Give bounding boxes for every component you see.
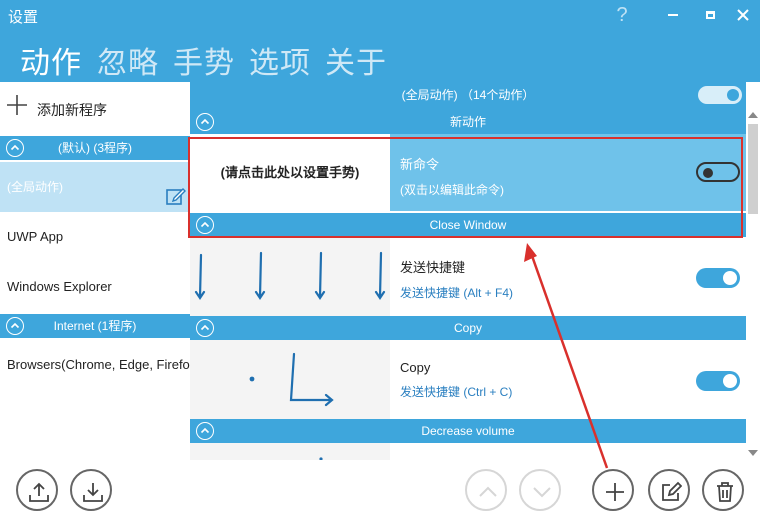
gesture-preview [190, 237, 390, 317]
action-list-header: (全局动作) （14个动作） [190, 82, 746, 110]
export-button[interactable] [16, 469, 58, 511]
tab-options[interactable]: 选项 [249, 38, 311, 82]
add-app-button[interactable]: 添加新程序 [0, 82, 190, 134]
chevron-up-icon[interactable] [6, 139, 24, 157]
tab-about[interactable]: 关于 [325, 38, 387, 82]
tab-actions[interactable]: 动作 [20, 38, 82, 82]
edit-icon [662, 481, 682, 501]
app-item-browsers[interactable]: Browsers(Chrome, Edge, Firefox) [0, 340, 190, 390]
action-name: 发送快捷键 [400, 260, 466, 275]
app-item-explorer[interactable]: Windows Explorer [0, 262, 190, 312]
download-icon [83, 483, 103, 502]
action-shortcut: 发送快捷键 (Alt + F4) [400, 286, 514, 300]
plus-icon [606, 483, 624, 501]
delete-action-button[interactable] [702, 469, 744, 511]
section-label: Copy [453, 321, 482, 335]
window-title: 设置 [8, 9, 39, 26]
annotation-highlight-box [188, 137, 743, 238]
section-label: Decrease volume [421, 424, 515, 438]
import-button[interactable] [70, 469, 112, 511]
maximize-button[interactable] [696, 0, 724, 30]
app-list-pane: 添加新程序 (默认) (3程序) (全局动作) UWP App Windows … [0, 82, 190, 462]
trash-icon [717, 482, 733, 502]
close-button[interactable] [729, 0, 757, 30]
chevron-up-icon[interactable] [6, 317, 24, 335]
action-name: Copy [400, 360, 431, 375]
title-bar: 设置 ? [0, 0, 760, 30]
section-new-action[interactable]: 新动作 [190, 110, 746, 134]
scroll-down-icon[interactable] [748, 450, 758, 456]
upload-icon [29, 482, 49, 502]
app-item-label: Windows Explorer [7, 279, 112, 294]
action-toggle[interactable] [696, 268, 740, 288]
close-icon [737, 9, 749, 21]
move-up-button[interactable] [465, 469, 507, 511]
app-item-uwp[interactable]: UWP App [0, 212, 190, 262]
section-decrease-volume[interactable]: Decrease volume [190, 419, 746, 443]
section-copy[interactable]: Copy [190, 316, 746, 340]
group-default[interactable]: (默认) (3程序) [0, 136, 190, 160]
global-enable-toggle[interactable] [698, 86, 742, 104]
app-item-label: (全局动作) [7, 180, 63, 194]
action-row-close-window[interactable]: 发送快捷键 发送快捷键 (Alt + F4) [190, 237, 746, 317]
section-label: 新动作 [449, 115, 486, 129]
action-shortcut: 发送快捷键 (Ctrl + C) [400, 385, 513, 399]
group-internet[interactable]: Internet (1程序) [0, 314, 190, 338]
tab-ignore[interactable]: 忽略 [97, 38, 159, 82]
chevron-down-icon [533, 487, 551, 498]
chevron-up-icon[interactable] [196, 319, 214, 337]
app-item-label: UWP App [7, 229, 64, 244]
add-action-button[interactable] [592, 469, 634, 511]
app-item-global[interactable]: (全局动作) [0, 162, 190, 212]
scroll-up-icon[interactable] [748, 112, 758, 118]
chevron-up-icon[interactable] [196, 422, 214, 440]
gesture-preview [190, 443, 390, 460]
plus-icon [6, 92, 28, 122]
add-app-label: 添加新程序 [37, 102, 107, 118]
action-row-decrease-volume[interactable] [190, 443, 746, 460]
chevron-up-icon [479, 486, 497, 497]
action-row-copy[interactable]: Copy 发送快捷键 (Ctrl + C) [190, 340, 746, 420]
minimize-icon [668, 14, 678, 17]
move-down-button[interactable] [519, 469, 561, 511]
chevron-up-icon[interactable] [196, 113, 214, 131]
maximize-icon [705, 11, 715, 20]
group-internet-label: Internet (1程序) [53, 319, 137, 333]
edit-icon[interactable] [166, 177, 186, 205]
top-nav: 动作 忽略 手势 选项 关于 [0, 30, 760, 82]
action-toggle[interactable] [696, 371, 740, 391]
minimize-button[interactable] [659, 0, 687, 30]
action-list-scrollbar[interactable] [746, 110, 760, 460]
app-item-label: Browsers(Chrome, Edge, Firefox) [7, 357, 190, 372]
gesture-preview [190, 340, 390, 420]
scroll-thumb[interactable] [748, 124, 758, 214]
tab-gestures[interactable]: 手势 [173, 38, 235, 82]
group-default-label: (默认) (3程序) [58, 141, 132, 155]
dot-and-l-stroke-icon [249, 352, 334, 407]
header-label: (全局动作) （14个动作） [401, 88, 535, 102]
four-down-strokes-icon [194, 251, 386, 300]
edit-action-button[interactable] [648, 469, 690, 511]
help-button[interactable]: ? [608, 0, 636, 30]
